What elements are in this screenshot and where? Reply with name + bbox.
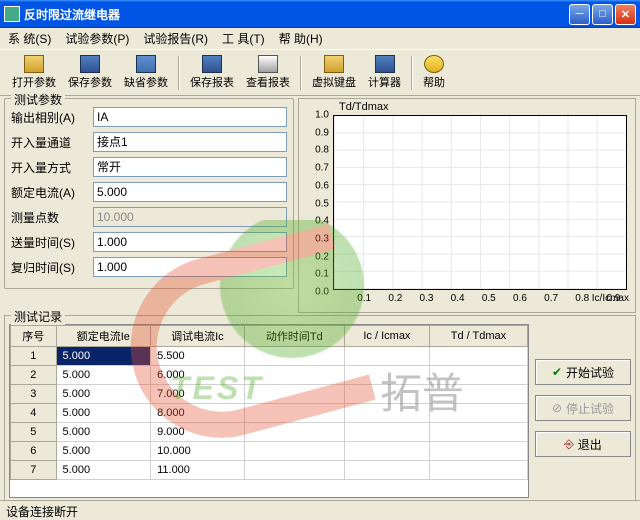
table-row[interactable]: 25.0006.000	[11, 366, 528, 385]
table-row[interactable]: 65.00010.000	[11, 442, 528, 461]
points-label: 测量点数	[11, 209, 89, 226]
rated-current-label: 额定电流(A)	[11, 184, 89, 201]
out-phase-select[interactable]: IA	[93, 107, 287, 127]
exit-icon: ⎆	[564, 437, 574, 452]
chart-title: Td/Tdmax	[339, 101, 389, 113]
test-records-group: 测试记录 序号额定电流Ie调试电流Ic动作时间TdIc / IcmaxTd / …	[4, 315, 636, 503]
stop-test-button: ⊘停止试验	[535, 395, 631, 421]
y-tick: 0.7	[305, 163, 329, 174]
y-tick: 0.6	[305, 180, 329, 191]
x-tick: 0.4	[451, 293, 465, 304]
table-header: 调试电流Ic	[151, 326, 245, 347]
menu-system[interactable]: 系 统(S)	[8, 30, 51, 47]
chart-plot-area	[333, 115, 627, 290]
table-row[interactable]: 15.0005.500	[11, 347, 528, 366]
table-row[interactable]: 75.00011.000	[11, 461, 528, 480]
tb-save-report[interactable]: 保存报表	[184, 53, 240, 92]
x-tick: 0.3	[420, 293, 434, 304]
tb-default-params[interactable]: 缺省参数	[118, 53, 174, 92]
table-row[interactable]: 35.0007.000	[11, 385, 528, 404]
table-header: 动作时间Td	[244, 326, 344, 347]
close-button[interactable]: ✕	[615, 4, 636, 25]
y-tick: 0.8	[305, 145, 329, 156]
app-icon	[4, 6, 20, 22]
menu-help[interactable]: 帮 助(H)	[279, 30, 323, 47]
x-tick: 0.5	[482, 293, 496, 304]
x-tick: 0.8	[575, 293, 589, 304]
table-header: 序号	[11, 326, 57, 347]
separator	[411, 56, 413, 90]
folder-open-icon	[24, 55, 44, 73]
chart-panel: Td/Tdmax Ic/Icmax 0.00.10.20.30.40.50.60…	[298, 98, 636, 313]
menu-report[interactable]: 试验报告(R)	[143, 30, 208, 47]
window-title: 反时限过流继电器	[24, 6, 120, 23]
check-icon: ✔	[552, 365, 562, 379]
points-input	[93, 207, 287, 227]
default-icon	[136, 55, 156, 73]
test-params-group: 测试参数 输出相别(A)IA 开入量通道接点1 开入量方式常开 额定电流(A) …	[4, 98, 294, 289]
exit-button[interactable]: ⎆退出	[535, 431, 631, 457]
title-bar: 反时限过流继电器 ─ □ ✕	[0, 0, 640, 28]
calculator-icon	[375, 55, 395, 73]
tb-help[interactable]: 帮助	[417, 53, 451, 92]
group-title: 测试记录	[11, 308, 65, 325]
group-title: 测试参数	[11, 91, 65, 108]
minimize-button[interactable]: ─	[569, 4, 590, 25]
y-tick: 0.2	[305, 251, 329, 262]
status-bar: 设备连接断开	[0, 500, 640, 520]
table-header: Ic / Icmax	[344, 326, 429, 347]
keyboard-icon	[324, 55, 344, 73]
x-tick: 0.9	[606, 293, 620, 304]
in-channel-select[interactable]: 接点1	[93, 132, 287, 152]
in-mode-select[interactable]: 常开	[93, 157, 287, 177]
y-tick: 0.0	[305, 287, 329, 298]
table-row[interactable]: 45.0008.000	[11, 404, 528, 423]
in-mode-label: 开入量方式	[11, 159, 89, 176]
tb-virtual-keyboard[interactable]: 虚拟键盘	[306, 53, 362, 92]
x-tick: 0.2	[388, 293, 402, 304]
maximize-button[interactable]: □	[592, 4, 613, 25]
x-tick: 0.6	[513, 293, 527, 304]
table-header: 额定电流Ie	[56, 326, 151, 347]
in-channel-label: 开入量通道	[11, 134, 89, 151]
status-text: 设备连接断开	[6, 505, 78, 519]
y-tick: 0.1	[305, 269, 329, 280]
separator	[178, 56, 180, 90]
send-time-label: 送量时间(S)	[11, 234, 89, 251]
tb-open-params[interactable]: 打开参数	[6, 53, 62, 92]
table-row[interactable]: 55.0009.000	[11, 423, 528, 442]
tb-view-report[interactable]: 查看报表	[240, 53, 296, 92]
menu-tools[interactable]: 工 具(T)	[222, 30, 265, 47]
y-tick: 0.9	[305, 127, 329, 138]
x-tick: 0.1	[357, 293, 371, 304]
out-phase-label: 输出相别(A)	[11, 109, 89, 126]
tb-calculator[interactable]: 计算器	[362, 53, 407, 92]
records-table[interactable]: 序号额定电流Ie调试电流Ic动作时间TdIc / IcmaxTd / Tdmax…	[9, 324, 529, 498]
y-tick: 0.5	[305, 198, 329, 209]
save-report-icon	[202, 55, 222, 73]
y-tick: 0.4	[305, 216, 329, 227]
return-time-label: 复归时间(S)	[11, 259, 89, 276]
return-time-input[interactable]	[93, 257, 287, 277]
tb-save-params[interactable]: 保存参数	[62, 53, 118, 92]
start-test-button[interactable]: ✔开始试验	[535, 359, 631, 385]
rated-current-input[interactable]	[93, 182, 287, 202]
stop-icon: ⊘	[552, 401, 562, 415]
y-tick: 0.3	[305, 233, 329, 244]
menu-params[interactable]: 试验参数(P)	[65, 30, 129, 47]
send-time-input[interactable]	[93, 232, 287, 252]
separator	[300, 56, 302, 90]
y-tick: 1.0	[305, 110, 329, 121]
save-icon	[80, 55, 100, 73]
toolbar: 打开参数 保存参数 缺省参数 保存报表 查看报表 虚拟键盘 计算器 帮助	[0, 50, 640, 96]
view-icon	[258, 55, 278, 73]
x-tick: 0.7	[544, 293, 558, 304]
help-icon	[424, 55, 444, 73]
menu-bar: 系 统(S) 试验参数(P) 试验报告(R) 工 具(T) 帮 助(H)	[0, 28, 640, 50]
table-header: Td / Tdmax	[429, 326, 527, 347]
